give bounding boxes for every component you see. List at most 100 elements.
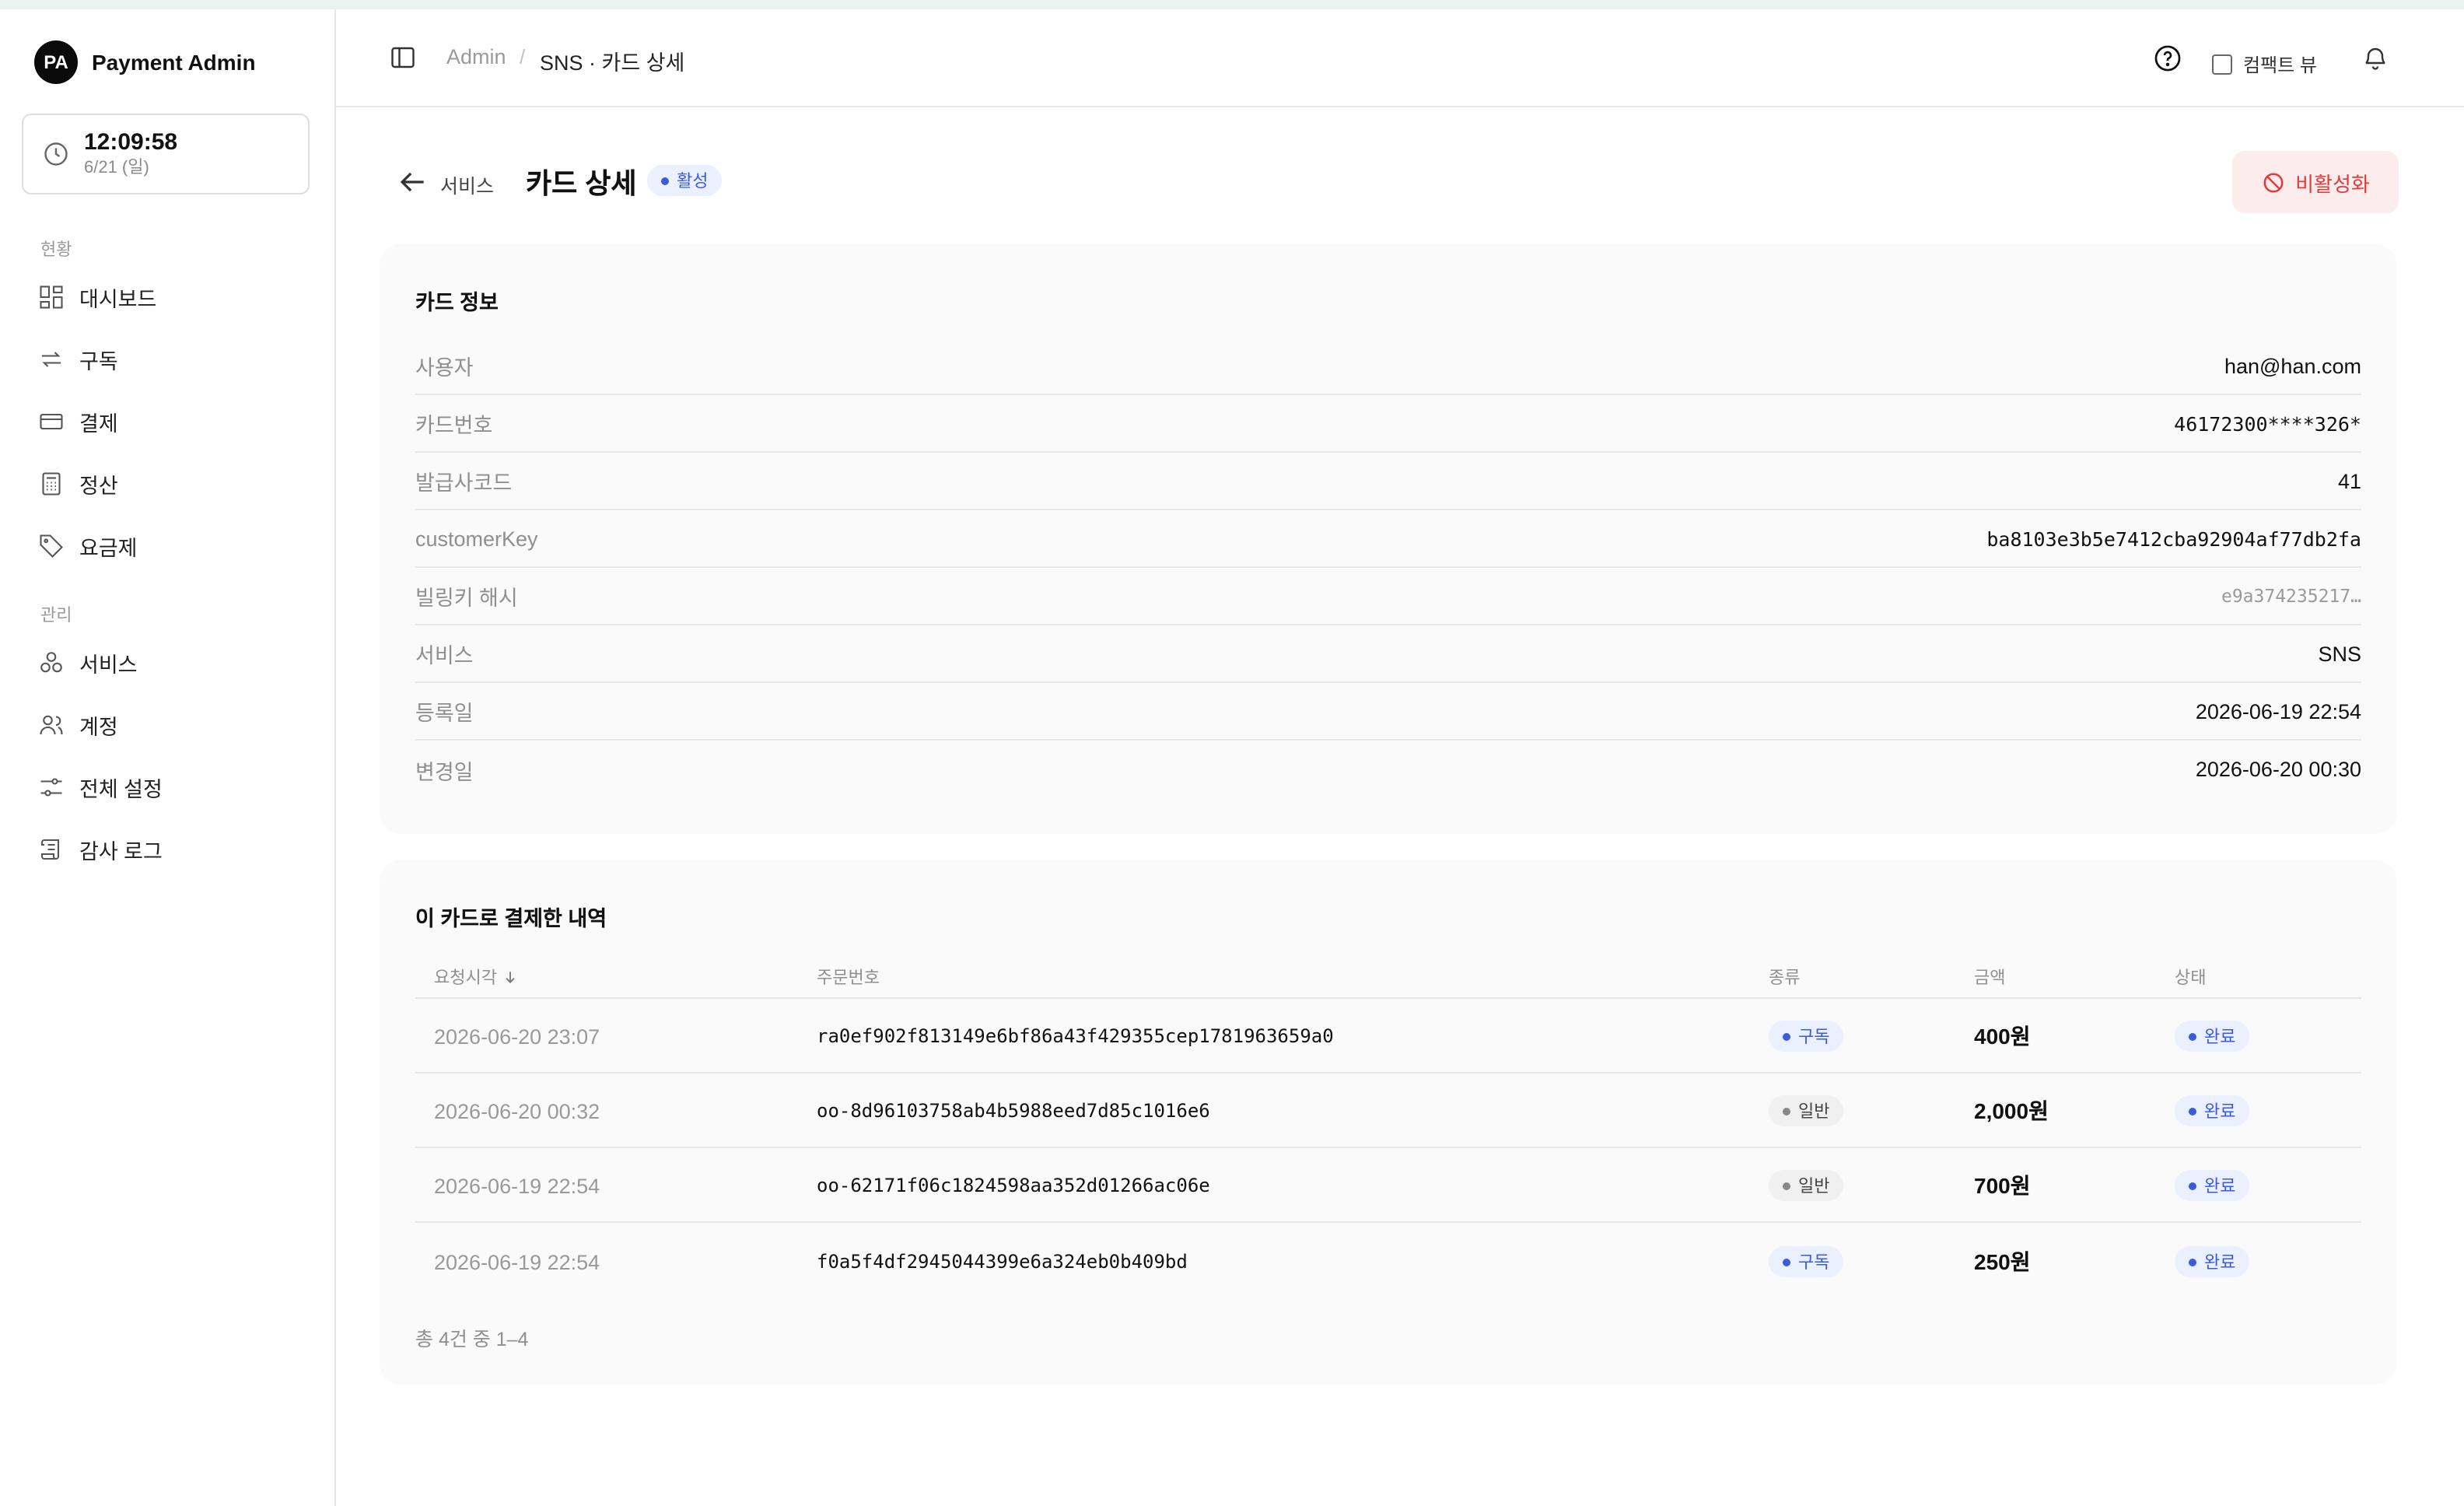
status-dot <box>2189 1032 2196 1040</box>
section-label-manage: 관리 <box>40 607 72 625</box>
info-row: 등록일 2026-06-19 22:54 <box>415 683 2361 741</box>
cell-time: 2026-06-20 00:32 <box>434 1099 600 1122</box>
info-value: e9a374235217… <box>2221 585 2361 607</box>
sidebar-item-subscriptions[interactable]: 구독 <box>37 338 302 381</box>
cell-order-id[interactable]: oo-62171f06c1824598aa352d01266ac06e <box>817 1148 1210 1223</box>
sidebar-item-dashboard[interactable]: 대시보드 <box>37 275 302 319</box>
status-badge: 활성 <box>647 165 723 196</box>
info-label: 서비스 <box>415 644 474 667</box>
info-label: 발급사코드 <box>415 471 513 495</box>
boxes-icon <box>40 652 62 673</box>
clock-card: 12:09:58 6/21 (일) <box>22 114 310 194</box>
pagination-summary: 총 4건 중 1–4 <box>415 1329 529 1350</box>
type-badge: 구독 <box>1769 1021 1844 1052</box>
sidebar-item-label: 서비스 <box>79 653 138 677</box>
info-value: 2026-06-19 22:54 <box>2195 699 2361 723</box>
breadcrumb-separator: / <box>520 45 526 68</box>
compact-view-checkbox[interactable] <box>2212 54 2232 75</box>
sidebar-item-settlement[interactable]: 정산 <box>37 462 302 506</box>
clock-date: 6/21 (일) <box>84 159 149 177</box>
sidebar-item-accounts[interactable]: 계정 <box>37 703 302 747</box>
breadcrumb-root[interactable]: Admin <box>446 45 506 68</box>
status-badge-label: 활성 <box>677 173 709 191</box>
cell-amount: 2,000원 <box>1974 1098 2049 1123</box>
info-row: 발급사코드 41 <box>415 453 2361 510</box>
sliders-icon <box>40 778 62 797</box>
info-value: ba8103e3b5e7412cba92904af77db2fa <box>1986 527 2361 550</box>
info-label: 등록일 <box>415 702 474 725</box>
column-header-type: 종류 <box>1769 969 1801 988</box>
back-arrow-icon[interactable] <box>395 165 429 199</box>
info-label: 빌링키 해시 <box>415 587 518 610</box>
back-link[interactable]: 서비스 <box>440 170 494 199</box>
type-badge: 일반 <box>1769 1095 1844 1126</box>
info-label: customerKey <box>415 527 538 550</box>
cell-type: 일반 <box>1769 1073 1844 1148</box>
info-value: 2026-06-20 00:30 <box>2195 758 2361 781</box>
table-row[interactable]: 2026-06-19 22:54 f0a5f4df2945044399e6a324… <box>415 1224 2361 1299</box>
brand[interactable]: PA Payment Admin <box>34 40 256 84</box>
info-value: han@han.com <box>2224 354 2361 377</box>
app-root: PA Payment Admin 12:09:58 6/21 (일) 현황 대시… <box>0 0 2464 1506</box>
info-value: 41 <box>2337 469 2361 492</box>
sidebar-item-audit-log[interactable]: 감사 로그 <box>37 828 302 871</box>
cell-amount: 400원 <box>1974 1024 2031 1049</box>
table-row[interactable]: 2026-06-20 00:32 oo-8d96103758ab4b5988eed… <box>415 1073 2361 1148</box>
sidebar-item-settings[interactable]: 전체 설정 <box>37 765 302 809</box>
brand-name: Payment Admin <box>92 50 256 75</box>
type-badge-label: 구독 <box>1798 1254 1830 1273</box>
clock-time: 12:09:58 <box>84 129 178 156</box>
sidebar-item-label: 구독 <box>79 350 118 373</box>
cell-time: 2026-06-19 22:54 <box>434 1174 600 1197</box>
ban-icon <box>2263 172 2283 192</box>
cell-order-id[interactable]: ra0ef902f813149e6bf86a43f429355cep178196… <box>817 999 1334 1073</box>
sidebar-item-label: 대시보드 <box>79 288 157 311</box>
column-header-time-label: 요청시각 <box>434 969 497 988</box>
column-header-order: 주문번호 <box>817 969 880 988</box>
cell-amount: 700원 <box>1974 1173 2031 1198</box>
column-header-time[interactable]: 요청시각 <box>434 965 519 989</box>
status-badge-label: 완료 <box>2204 1178 2236 1196</box>
sidebar-item-label: 정산 <box>79 475 118 498</box>
cell-amount: 250원 <box>1974 1249 2031 1274</box>
sidebar-toggle-icon[interactable] <box>389 44 417 72</box>
status-badge: 완료 <box>2175 1246 2250 1277</box>
sidebar-item-payments[interactable]: 결제 <box>37 400 302 443</box>
sidebar-item-label: 감사 로그 <box>79 840 163 863</box>
section-label-status: 현황 <box>40 241 72 260</box>
deactivate-button[interactable]: 비활성화 <box>2232 151 2399 213</box>
type-dot <box>1783 1258 1790 1266</box>
deactivate-label: 비활성화 <box>2295 172 2370 195</box>
help-icon[interactable] <box>2153 44 2182 73</box>
type-dot <box>1783 1107 1790 1115</box>
info-value: 46172300****326* <box>2174 412 2361 435</box>
sidebar-item-services[interactable]: 서비스 <box>37 641 302 685</box>
status-badge: 완료 <box>2175 1095 2250 1126</box>
brand-logo: PA <box>34 40 78 84</box>
top-accent-line <box>0 0 2464 9</box>
card-info-title: 카드 정보 <box>415 291 499 314</box>
cell-status: 완료 <box>2175 999 2250 1073</box>
type-badge: 구독 <box>1769 1246 1844 1277</box>
table-row[interactable]: 2026-06-19 22:54 oo-62171f06c1824598aa352… <box>415 1148 2361 1223</box>
table-row[interactable]: 2026-06-20 23:07 ra0ef902f813149e6bf86a43… <box>415 999 2361 1073</box>
cell-time: 2026-06-20 23:07 <box>434 1024 600 1048</box>
type-badge: 일반 <box>1769 1170 1844 1201</box>
sidebar-item-label: 결제 <box>79 412 118 436</box>
credit-card-icon <box>40 413 63 430</box>
cell-type: 일반 <box>1769 1148 1844 1223</box>
status-dot <box>2189 1182 2196 1189</box>
info-row: 카드번호 46172300****326* <box>415 395 2361 453</box>
payments-panel: 이 카드로 결제한 내역 요청시각 주문번호 종류 금액 상태 2026-06-… <box>380 860 2397 1385</box>
status-badge: 완료 <box>2175 1170 2250 1201</box>
compact-view-toggle[interactable]: 컴팩트 뷰 <box>2212 51 2317 78</box>
sidebar-item-plans[interactable]: 요금제 <box>37 524 302 568</box>
dashboard-icon <box>40 285 63 309</box>
cell-order-id[interactable]: f0a5f4df2945044399e6a324eb0b409bd <box>817 1224 1188 1299</box>
cell-order-id[interactable]: oo-8d96103758ab4b5988eed7d85c1016e6 <box>817 1073 1210 1148</box>
scroll-icon <box>40 839 60 860</box>
cell-type: 구독 <box>1769 999 1844 1073</box>
bell-icon[interactable] <box>2361 44 2389 73</box>
clock-icon <box>44 142 68 166</box>
status-dot <box>2189 1258 2196 1266</box>
